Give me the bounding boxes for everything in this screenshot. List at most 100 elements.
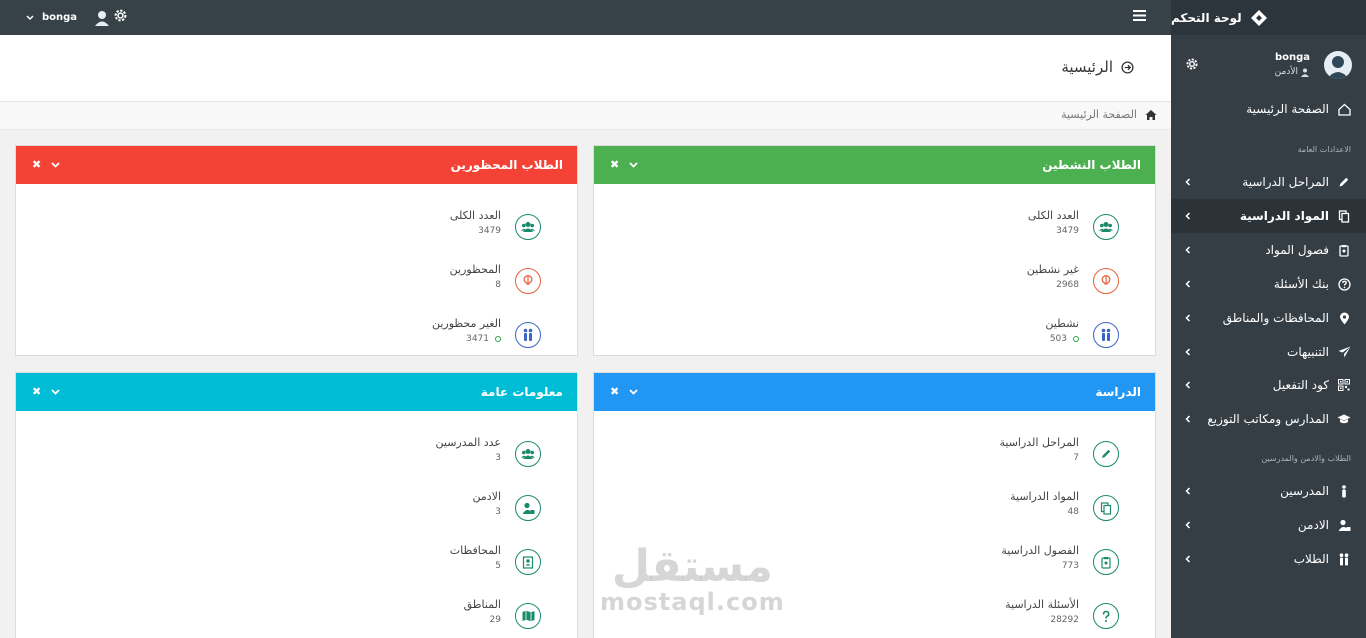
chevron-down-icon[interactable] <box>51 388 60 395</box>
page-header: الرئيسية <box>0 35 1171 102</box>
sidebar-item-label: فصول المواد <box>1265 243 1329 257</box>
sidebar-item-question-bank[interactable]: بنك الأسئلة <box>1171 267 1366 301</box>
users-icon <box>1337 552 1351 566</box>
stat-label: الفصول الدراسية <box>1001 544 1079 557</box>
panel-header: ✖ الطلاب النشطين <box>594 146 1155 184</box>
sidebar-item-label: المحافظات والمناطق <box>1222 311 1329 325</box>
brand[interactable]: لوحة التحكم <box>1171 0 1366 35</box>
stat-value: 3 <box>495 507 501 517</box>
stat-governorates: المحافظات 5 <box>341 544 541 589</box>
stat-value: 3 <box>495 453 501 463</box>
stat-teachers: عدد المدرسين 3 <box>341 436 541 481</box>
panel-title: معلومات عامة <box>480 385 563 399</box>
sidebar-item-label: التنبيهات <box>1287 345 1329 359</box>
stat-label: نشطين <box>1045 317 1079 330</box>
stat-value: 29 <box>489 615 501 625</box>
gear-icon[interactable] <box>1185 57 1199 71</box>
home-icon[interactable] <box>1145 109 1157 121</box>
sidebar-section-people: الطلاب والادمن والمدرسين <box>1261 454 1351 463</box>
stat-label: الادمن <box>472 490 502 503</box>
sidebar-item-stages[interactable]: المراحل الدراسية <box>1171 165 1366 199</box>
people-icon <box>1093 322 1119 348</box>
sidebar-item-schools[interactable]: المدارس ومكاتب التوزيع <box>1171 402 1366 436</box>
chevron-left-icon <box>1185 521 1191 529</box>
stat-admins: الادمن 3 <box>341 490 541 535</box>
stat-value: 5 <box>495 561 501 571</box>
stat-value: 8 <box>495 280 501 290</box>
watermark-arabic: مستقل <box>611 541 773 592</box>
page-title-text: الرئيسية <box>1061 58 1113 76</box>
lightbulb-icon <box>1093 268 1119 294</box>
sidebar-item-notifications[interactable]: التنبيهات <box>1171 335 1366 369</box>
close-icon[interactable]: ✖ <box>32 385 41 398</box>
watermark-latin: mostaql.com <box>600 588 785 616</box>
sidebar-item-label: الادمن <box>1297 518 1329 532</box>
stat-value: 3479 <box>1056 226 1079 236</box>
panel-title: الدراسة <box>1095 385 1141 399</box>
stat-questions: الأسئلة الدراسية 28292 <box>919 598 1119 638</box>
profile-role: الأدمن <box>1274 67 1298 77</box>
stat-value: 3479 <box>478 226 501 236</box>
id-card-icon <box>515 549 541 575</box>
sidebar-item-admins[interactable]: الادمن <box>1171 508 1366 542</box>
breadcrumb-home[interactable]: الصفحة الرئيسية <box>1061 108 1137 121</box>
watermark: مستقل mostaql.com <box>600 541 785 616</box>
sidebar-item-label: الطلاب <box>1293 552 1329 566</box>
menu-toggle-icon[interactable] <box>1133 9 1146 22</box>
user-admin-icon <box>1301 68 1309 77</box>
sidebar-item-home[interactable]: الصفحة الرئيسية <box>1171 92 1366 126</box>
users-group-icon <box>1093 214 1119 240</box>
qrcode-icon <box>1337 378 1351 392</box>
panel-banned-students: ✖ الطلاب المحظورين العدد الكلى 3479 المح… <box>15 145 578 356</box>
chevron-down-icon[interactable] <box>629 161 638 168</box>
sidebar-item-subjects[interactable]: المواد الدراسية <box>1171 199 1366 233</box>
status-dot-icon <box>1073 336 1079 342</box>
chevron-left-icon <box>1185 212 1191 220</box>
gear-icon[interactable] <box>113 8 128 23</box>
profile-role-row: الأدمن <box>1275 67 1310 77</box>
chevron-down-icon[interactable] <box>51 161 60 168</box>
close-icon[interactable]: ✖ <box>610 158 619 171</box>
stat-value: 28292 <box>1050 615 1079 625</box>
lightbulb-icon <box>515 268 541 294</box>
status-dot-icon <box>495 336 501 342</box>
stat-value: 48 <box>1067 507 1079 517</box>
person-icon <box>1337 484 1351 498</box>
sidebar-item-label: الصفحة الرئيسية <box>1246 102 1329 116</box>
sidebar-item-governorates[interactable]: المحافظات والمناطق <box>1171 301 1366 335</box>
stat-value-row: 3471 <box>466 334 501 344</box>
topbar-username: bonga <box>42 12 78 23</box>
user-menu[interactable]: bonga <box>26 0 111 35</box>
graduation-cap-icon <box>1337 412 1351 426</box>
question-icon <box>1337 277 1351 291</box>
panel-header: ✖ الطلاب المحظورين <box>16 146 577 184</box>
avatar[interactable] <box>1324 51 1352 79</box>
chevron-down-icon[interactable] <box>629 388 638 395</box>
map-marker-icon <box>1337 311 1351 325</box>
sidebar-item-chapters[interactable]: فصول المواد <box>1171 233 1366 267</box>
panel-header: ✖ معلومات عامة <box>16 373 577 411</box>
paper-plane-icon <box>1337 345 1351 359</box>
stat-label: المواد الدراسية <box>1010 490 1079 503</box>
chevron-left-icon <box>1185 381 1191 389</box>
sidebar-item-students[interactable]: الطلاب <box>1171 542 1366 576</box>
pencil-icon <box>1093 441 1119 467</box>
sidebar-section-general: الاعدادات العامة <box>1297 145 1351 154</box>
chevron-left-icon <box>1185 348 1191 356</box>
stat-label: عدد المدرسين <box>435 436 502 449</box>
close-icon[interactable]: ✖ <box>32 158 41 171</box>
stat-label: الغير محظورين <box>431 317 501 330</box>
clipboard-icon <box>1337 243 1351 257</box>
users-group-icon <box>515 214 541 240</box>
sidebar-item-teachers[interactable]: المدرسين <box>1171 474 1366 508</box>
stat-value: 503 <box>1049 334 1067 344</box>
sidebar-item-activation-code[interactable]: كود التفعيل <box>1171 368 1366 402</box>
sidebar-item-label: المدرسين <box>1280 484 1329 498</box>
close-icon[interactable]: ✖ <box>610 385 619 398</box>
sidebar-item-label: كود التفعيل <box>1272 378 1329 392</box>
chevron-left-icon <box>1185 415 1191 423</box>
chevron-left-icon <box>1185 555 1191 563</box>
brand-title: لوحة التحكم <box>1171 10 1242 25</box>
question-icon <box>1093 603 1119 629</box>
stat-label: غير نشطين <box>1026 263 1079 276</box>
